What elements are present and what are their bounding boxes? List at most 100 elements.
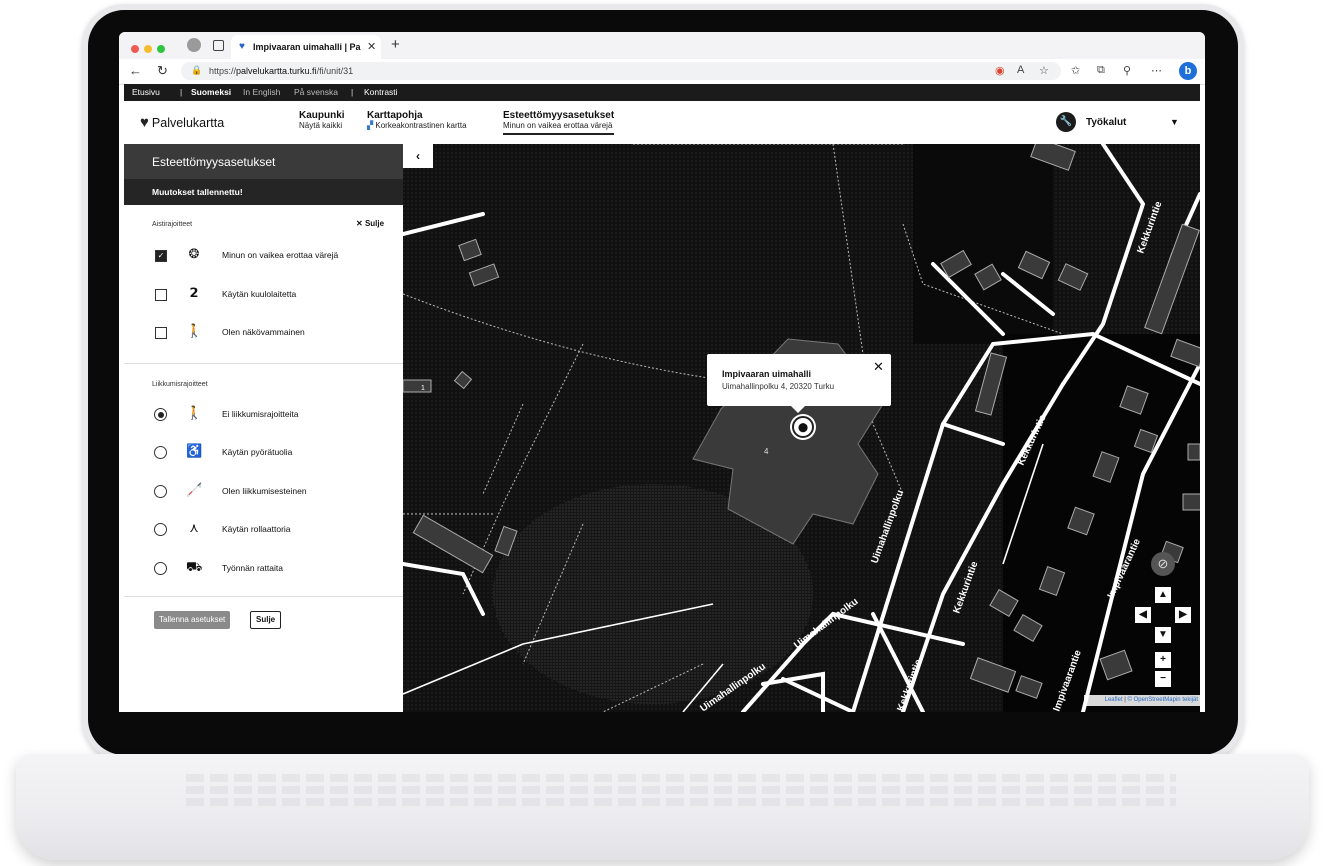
close-popup-icon[interactable]: ✕ xyxy=(873,359,884,375)
profile-icon[interactable] xyxy=(187,38,201,52)
home-link[interactable]: Etusivu xyxy=(132,87,160,97)
radio[interactable] xyxy=(154,446,167,459)
lang-en-link[interactable]: In English xyxy=(243,87,280,97)
tools-label: Työkalut xyxy=(1086,117,1127,128)
city-selector[interactable]: Kaupunki Näytä kaikki xyxy=(299,111,345,131)
lang-sv-link[interactable]: På svenska xyxy=(294,87,338,97)
close-tab-icon[interactable]: ✕ xyxy=(367,40,376,53)
pan-right-button[interactable]: ▶ xyxy=(1175,607,1191,623)
map-view[interactable]: 4 1 Kekkurintie Kekkurintie Kekkurintie … xyxy=(403,144,1200,712)
bing-icon[interactable]: b xyxy=(1179,62,1197,80)
back-icon[interactable]: ← xyxy=(129,63,142,78)
option-wheelchair[interactable]: ♿ Käytän pyörätuolia xyxy=(152,443,392,463)
option-visually-impaired[interactable]: 🚶 Olen näkövammainen xyxy=(152,323,392,343)
parcel-number: 1 xyxy=(421,385,425,392)
building xyxy=(1182,493,1200,511)
unit-marker-icon[interactable]: ⬤ xyxy=(792,416,814,438)
keyboard-row xyxy=(186,786,1176,794)
maximize-window-button[interactable] xyxy=(157,45,165,53)
save-settings-button[interactable]: Tallenna asetukset xyxy=(154,611,231,629)
option-label: Olen liikkumisesteinen xyxy=(222,486,307,496)
reduced-mobility-icon: 🦯 xyxy=(186,482,203,497)
pan-down-button[interactable]: ▼ xyxy=(1155,627,1171,643)
more-icon[interactable]: ⋯ xyxy=(1151,64,1162,77)
unit-popup: Impivaaran uimahalli Uimahallinpolku 4, … xyxy=(707,354,891,413)
radio[interactable] xyxy=(154,562,167,575)
read-aloud-icon[interactable]: A xyxy=(1017,64,1024,76)
close-icon: ✕ xyxy=(356,219,363,228)
option-label: Olen näkövammainen xyxy=(222,327,305,337)
sidebar-close-link[interactable]: ✕ Sulje xyxy=(356,219,384,228)
leaflet-link[interactable]: Leaflet xyxy=(1105,697,1123,703)
sidebar-title: Esteettömyysasetukset xyxy=(152,155,276,169)
saved-message: Muutokset tallennettu! xyxy=(152,187,243,197)
map-attribution: Leaflet | © OpenStreetMapin tekijät xyxy=(1084,695,1200,706)
favorites-icon[interactable]: ✩ xyxy=(1071,64,1080,77)
window-controls xyxy=(131,40,170,58)
keyboard-row xyxy=(186,798,1176,806)
browser-tab-bar: ♥ Impivaaran uimahalli | Palvelukartta ✕… xyxy=(119,32,1205,59)
laptop-base xyxy=(16,754,1309,860)
locate-icon[interactable]: ⊘ xyxy=(1151,552,1175,576)
map-icon: ▞ xyxy=(367,121,374,130)
contrast-link[interactable]: Kontrasti xyxy=(364,87,398,97)
city-subtitle: Näytä kaikki xyxy=(299,121,343,130)
accessibility-settings-tab[interactable]: Esteettömyysasetukset Minun on vaikea er… xyxy=(503,111,615,135)
checkbox-checked[interactable]: ✓ xyxy=(155,250,167,262)
zoom-in-button[interactable]: + xyxy=(1155,652,1171,668)
url-field[interactable]: 🔒 https://palvelukartta.turku.fi/fi/unit… xyxy=(181,62,1061,80)
hearing-aid-icon: 𝟮 xyxy=(189,285,199,300)
lang-fi-link[interactable]: Suomeksi xyxy=(191,87,231,97)
checkbox[interactable] xyxy=(155,327,167,339)
option-stroller[interactable]: ⛟ Työnnän rattaita xyxy=(152,559,392,579)
lock-icon: 🔒 xyxy=(191,65,203,75)
basemap-selector[interactable]: Karttapohja ▞ Korkeakontrastinen kartta xyxy=(367,111,467,131)
radio-selected[interactable] xyxy=(154,408,167,421)
logo-heart-icon: ♥ xyxy=(140,114,149,131)
checkbox[interactable] xyxy=(155,289,167,301)
close-window-button[interactable] xyxy=(131,45,139,53)
osm-link[interactable]: © OpenStreetMapin tekijät xyxy=(1128,697,1198,703)
radio[interactable] xyxy=(154,523,167,536)
basemap-subtitle: Korkeakontrastinen kartta xyxy=(375,121,467,130)
city-title: Kaupunki xyxy=(299,110,345,121)
radio[interactable] xyxy=(154,485,167,498)
tab-actions-icon[interactable] xyxy=(213,40,224,51)
site-logo[interactable]: ♥ Palvelukartta xyxy=(140,114,224,131)
reload-icon[interactable]: ↻ xyxy=(157,63,168,79)
collections-icon[interactable]: ⧉ xyxy=(1097,64,1105,77)
url-text: https://palvelukartta.turku.fi/fi/unit/3… xyxy=(209,66,354,76)
close-button[interactable]: Sulje xyxy=(250,611,282,629)
popup-tip xyxy=(791,406,805,413)
building xyxy=(403,379,432,393)
option-reduced-mobility[interactable]: 🦯 Olen liikkumisesteinen xyxy=(152,482,392,502)
mobility-section-title: Liikkumisrajoitteet xyxy=(152,381,208,388)
option-rollator[interactable]: ⋏ Käytän rollaattoria xyxy=(152,520,392,540)
collapse-sidebar-button[interactable]: ‹ xyxy=(403,144,433,168)
site-top-bar: Etusivu | Suomeksi In English På svenska… xyxy=(124,84,1200,101)
option-color-blind[interactable]: ✓ ❂ Minun on vaikea erottaa värejä xyxy=(152,246,392,266)
option-hearing-aid[interactable]: 𝟮 Käytän kuulolaitetta xyxy=(152,285,392,305)
popup-title: Impivaaran uimahalli xyxy=(722,369,812,379)
new-tab-button[interactable]: + xyxy=(391,36,400,53)
pan-up-button[interactable]: ▲ xyxy=(1155,587,1171,603)
option-label: Käytän rollaattoria xyxy=(222,524,291,534)
zoom-out-button[interactable]: − xyxy=(1155,671,1171,687)
pan-left-button[interactable]: ◀ xyxy=(1135,607,1151,623)
browser-tab[interactable]: ♥ Impivaaran uimahalli | Palvelukartta ✕ xyxy=(231,35,381,59)
walking-icon: 🚶 xyxy=(186,405,203,420)
option-no-mobility-limits[interactable]: 🚶 Ei liikkumisrajoitteita xyxy=(152,405,392,425)
favorites-add-icon[interactable]: ☆ xyxy=(1039,64,1049,77)
wheelchair-icon: ♿ xyxy=(186,443,203,458)
screen: ♥ Impivaaran uimahalli | Palvelukartta ✕… xyxy=(119,32,1205,712)
close-label: Sulje xyxy=(364,219,385,228)
extensions-icon[interactable]: ⚲ xyxy=(1123,64,1131,77)
sidebar-header: Esteettömyysasetukset xyxy=(124,144,403,179)
attribution-separator: | xyxy=(1124,697,1126,703)
stroller-icon: ⛟ xyxy=(186,559,203,574)
rollator-icon: ⋏ xyxy=(189,520,199,535)
tracking-icon[interactable]: ◉ xyxy=(995,64,1005,77)
minimize-window-button[interactable] xyxy=(144,45,152,53)
divider xyxy=(124,363,403,364)
accessibility-sidebar: Esteettömyysasetukset Muutokset tallenne… xyxy=(124,144,403,712)
